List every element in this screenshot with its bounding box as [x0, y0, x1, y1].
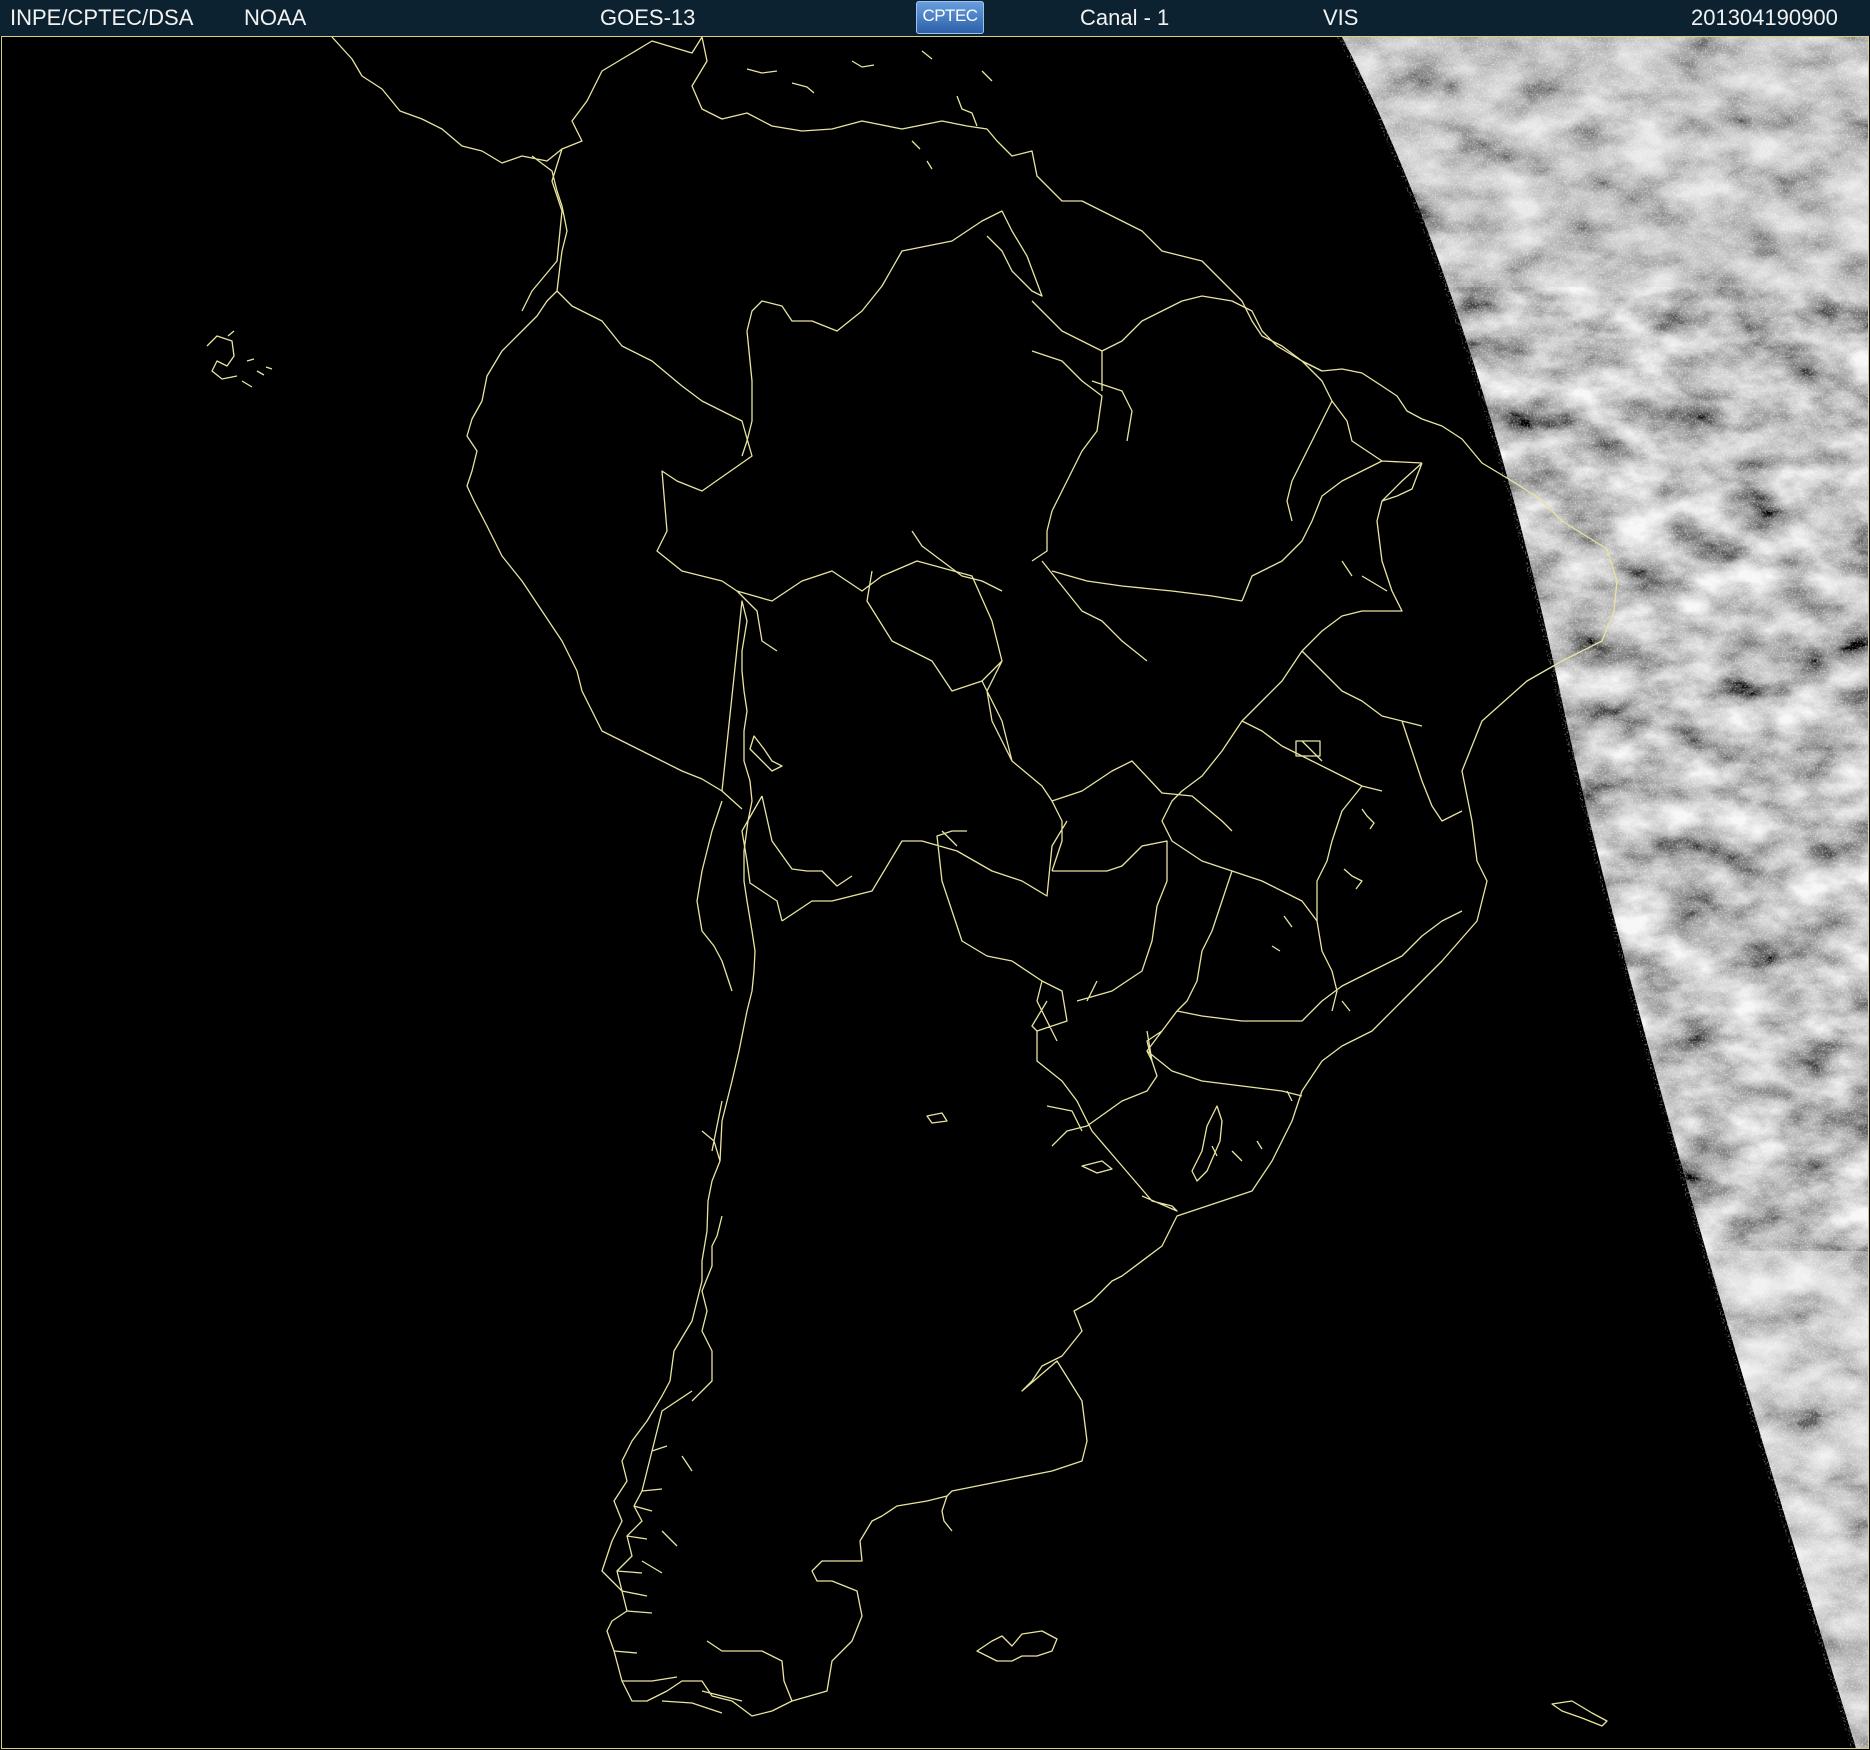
brazil-state-borders	[741, 210, 1463, 1132]
lake-titicaca	[749, 735, 783, 772]
map-canvas	[206, 37, 1868, 1748]
lake-brazil	[1271, 808, 1375, 952]
source-label: NOAA	[244, 5, 307, 30]
falkland-islands	[976, 1630, 1058, 1662]
south-georgia-island	[1551, 1700, 1608, 1727]
cloud-imagery	[1337, 37, 1868, 1748]
lake-argentina	[926, 1112, 948, 1124]
band-label: VIS	[1323, 5, 1359, 30]
satellite-map	[1, 36, 1869, 1749]
logo-text: CPTEC	[922, 6, 978, 25]
channel-label: Canal - 1	[1080, 5, 1170, 30]
galapagos-islands	[206, 330, 273, 388]
boundary-lines	[206, 37, 1618, 1727]
header-bar: INPE/CPTEC/DSA NOAA GOES-13 CPTEC Canal …	[0, 0, 1870, 36]
caribbean-islands	[746, 50, 993, 170]
federal-district	[1295, 740, 1321, 757]
satellite-label: GOES-13	[600, 5, 696, 30]
south-america-coastline	[331, 37, 1618, 1717]
cptec-logo: CPTEC	[916, 1, 984, 34]
small-water-features	[1211, 1000, 1351, 1162]
timestamp-label: 201304190900	[1691, 5, 1838, 30]
lake-rio-grande	[1081, 1160, 1113, 1174]
country-borders	[521, 148, 1233, 1702]
lagoa-dos-patos	[1191, 1105, 1223, 1182]
agency-label: INPE/CPTEC/DSA	[10, 5, 194, 30]
